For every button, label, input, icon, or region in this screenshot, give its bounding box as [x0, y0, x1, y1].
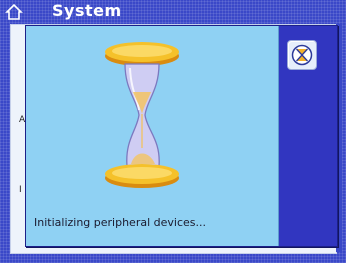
- hourglass-icon: [105, 42, 179, 188]
- dialog-body: Initializing peripheral devices...: [26, 26, 279, 246]
- cancel-button[interactable]: [287, 40, 317, 70]
- home-icon[interactable]: [4, 2, 24, 22]
- status-message: Initializing peripheral devices...: [34, 216, 206, 229]
- list-item-label: I: [19, 185, 22, 195]
- screen-title: System: [52, 1, 122, 20]
- cancel-hourglass-icon: [291, 44, 313, 66]
- screen-header: System: [0, 0, 346, 24]
- busy-dialog: Initializing peripheral devices...: [25, 25, 338, 247]
